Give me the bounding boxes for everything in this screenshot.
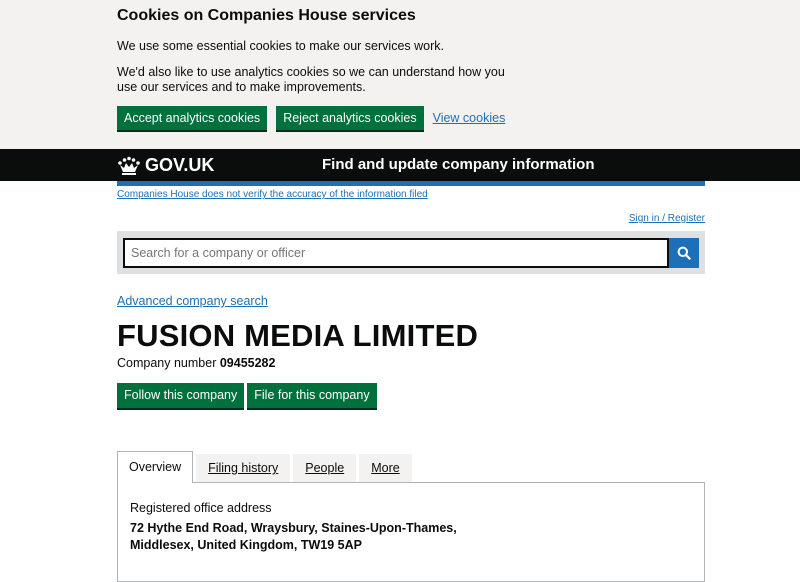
reject-analytics-cookies-button[interactable]: Reject analytics cookies — [276, 106, 424, 130]
company-tabs: Overview Filing history People More — [117, 450, 705, 483]
company-number-value: 09455282 — [219, 356, 276, 370]
sign-in-register-link[interactable]: Sign in / Register — [629, 213, 705, 224]
registered-office-address-value: 72 Hythe End Road, Wraysbury, Staines-Up… — [130, 521, 457, 552]
search-box — [117, 231, 705, 274]
govuk-logo-text: GOV.UK — [145, 155, 215, 175]
search-button[interactable] — [669, 238, 699, 268]
accuracy-notice-link[interactable]: Companies House does not verify the accu… — [117, 189, 428, 200]
accept-analytics-cookies-button[interactable]: Accept analytics cookies — [117, 106, 268, 130]
registered-office-address-label: Registered office address — [130, 501, 272, 515]
service-name-link[interactable]: Find and update company information — [322, 156, 595, 173]
search-input[interactable] — [123, 238, 669, 268]
crown-icon — [118, 156, 140, 175]
cookie-banner-text-analytics: We'd also like to use analytics cookies … — [117, 65, 505, 94]
tab-overview[interactable]: Overview — [117, 451, 194, 483]
tab-filing-history[interactable]: Filing history — [196, 454, 291, 482]
header-blue-bar — [117, 181, 705, 186]
company-number-label: Company number — [117, 356, 217, 370]
cookie-banner-text: We use some essential cookies to make ou… — [117, 39, 444, 53]
site-header: GOV.UK Find and update company informati… — [0, 149, 800, 181]
cookie-banner: Cookies on Companies House services We u… — [0, 0, 800, 149]
view-cookies-link[interactable]: View cookies — [433, 111, 506, 125]
phase-note: Companies House does not verify the accu… — [117, 189, 705, 201]
follow-company-button[interactable]: Follow this company — [117, 383, 245, 408]
tab-people[interactable]: People — [293, 454, 357, 482]
search-icon — [677, 246, 691, 260]
file-for-company-button[interactable]: File for this company — [247, 383, 377, 408]
signin-area: Sign in / Register — [117, 213, 705, 225]
company-actions: Follow this company File for this compan… — [117, 383, 705, 408]
advanced-company-search-link[interactable]: Advanced company search — [117, 294, 268, 309]
company-number-line: Company number 09455282 — [117, 356, 705, 371]
govuk-logo-link[interactable]: GOV.UK — [117, 155, 214, 176]
cookie-banner-title: Cookies on Companies House services — [117, 7, 416, 24]
tab-more[interactable]: More — [359, 454, 412, 482]
overview-panel: Registered office address 72 Hythe End R… — [117, 482, 705, 582]
company-name: FUSION MEDIA LIMITED — [117, 318, 479, 353]
cookie-button-group: Accept analytics cookies Reject analytic… — [117, 106, 705, 130]
